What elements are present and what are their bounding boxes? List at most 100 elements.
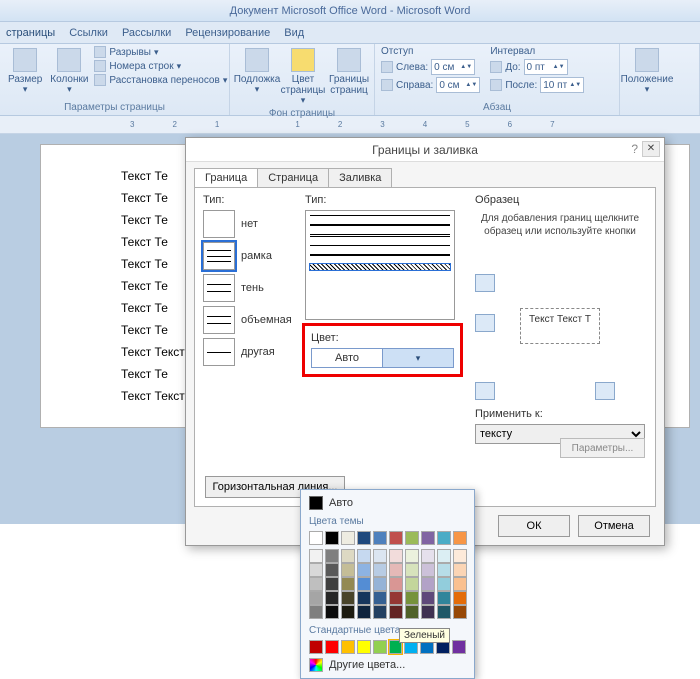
color-swatch[interactable]: [373, 640, 387, 654]
color-swatch[interactable]: [421, 605, 435, 619]
color-swatch[interactable]: [341, 549, 355, 563]
line-style-selected[interactable]: [310, 264, 450, 270]
tab-review[interactable]: Рецензирование: [185, 27, 270, 39]
color-swatch[interactable]: [373, 577, 387, 591]
color-swatch[interactable]: [389, 563, 403, 577]
color-swatch[interactable]: [309, 605, 323, 619]
color-swatch[interactable]: [453, 563, 467, 577]
auto-color-row[interactable]: Авто: [305, 494, 470, 512]
color-swatch[interactable]: [389, 549, 403, 563]
color-swatch[interactable]: [373, 549, 387, 563]
close-icon[interactable]: ✕: [642, 141, 660, 157]
color-swatch[interactable]: [373, 563, 387, 577]
color-swatch[interactable]: [437, 591, 451, 605]
size-button[interactable]: Размер▾: [6, 46, 44, 97]
color-swatch[interactable]: [453, 531, 467, 545]
color-swatch[interactable]: [453, 577, 467, 591]
color-swatch[interactable]: [389, 591, 403, 605]
color-swatch[interactable]: [437, 605, 451, 619]
color-swatch[interactable]: [325, 549, 339, 563]
color-swatch[interactable]: [421, 577, 435, 591]
indent-left-spinner[interactable]: 0 см▲▼: [431, 59, 475, 75]
page-color-button[interactable]: Цвет страницы▾: [282, 46, 324, 108]
dialog-title-bar[interactable]: Границы и заливка ? ✕: [186, 138, 664, 162]
color-swatch[interactable]: [341, 640, 355, 654]
color-swatch[interactable]: [421, 591, 435, 605]
color-swatch[interactable]: [421, 549, 435, 563]
color-swatch[interactable]: [357, 640, 371, 654]
color-swatch[interactable]: [357, 531, 371, 545]
tab-references[interactable]: Ссылки: [69, 27, 108, 39]
tab-view[interactable]: Вид: [284, 27, 304, 39]
color-swatch[interactable]: [373, 531, 387, 545]
color-swatch[interactable]: [453, 605, 467, 619]
setting-shadow[interactable]: тень: [203, 274, 293, 302]
breaks-button[interactable]: Разрывы▾: [94, 46, 227, 58]
edge-right-button[interactable]: [595, 382, 615, 400]
hyphenation-button[interactable]: Расстановка переносов▾: [94, 74, 227, 86]
color-swatch[interactable]: [389, 531, 403, 545]
tab-page-border[interactable]: Страница: [257, 168, 329, 187]
color-swatch[interactable]: [309, 577, 323, 591]
edge-bottom-button[interactable]: [475, 314, 495, 332]
color-swatch[interactable]: [309, 563, 323, 577]
setting-custom[interactable]: другая: [203, 338, 293, 366]
tab-page-layout[interactable]: страницы: [6, 27, 55, 39]
color-swatch[interactable]: [405, 549, 419, 563]
color-swatch[interactable]: [452, 640, 466, 654]
color-dropdown[interactable]: Авто ▾: [311, 348, 454, 368]
color-swatch[interactable]: [341, 577, 355, 591]
spacing-before-spinner[interactable]: 0 пт▲▼: [524, 59, 568, 75]
tab-shading[interactable]: Заливка: [328, 168, 392, 187]
color-swatch[interactable]: [341, 563, 355, 577]
color-swatch[interactable]: [421, 531, 435, 545]
color-swatch[interactable]: [341, 605, 355, 619]
color-swatch[interactable]: [405, 605, 419, 619]
more-colors-row[interactable]: Другие цвета...: [305, 656, 470, 674]
color-swatch[interactable]: [373, 591, 387, 605]
position-button[interactable]: Положение▾: [626, 46, 668, 97]
options-button[interactable]: Параметры...: [560, 438, 645, 458]
ok-button[interactable]: ОК: [498, 515, 570, 537]
line-style-list[interactable]: [305, 210, 455, 320]
color-swatch[interactable]: [341, 531, 355, 545]
color-swatch[interactable]: [405, 591, 419, 605]
chevron-down-icon[interactable]: ▾: [382, 349, 453, 367]
help-icon[interactable]: ?: [631, 142, 638, 156]
color-swatch[interactable]: [437, 531, 451, 545]
color-swatch[interactable]: [389, 577, 403, 591]
color-swatch[interactable]: [357, 605, 371, 619]
color-swatch[interactable]: [405, 531, 419, 545]
color-swatch[interactable]: [357, 577, 371, 591]
color-swatch[interactable]: [309, 531, 323, 545]
setting-none[interactable]: нет: [203, 210, 293, 238]
edge-left-button[interactable]: [475, 382, 495, 400]
spacing-after-spinner[interactable]: 10 пт▲▼: [540, 77, 584, 93]
color-swatch[interactable]: [453, 549, 467, 563]
color-swatch[interactable]: [437, 577, 451, 591]
edge-top-button[interactable]: [475, 274, 495, 292]
color-swatch[interactable]: [309, 549, 323, 563]
line-numbers-button[interactable]: Номера строк▾: [94, 60, 227, 72]
color-swatch[interactable]: [405, 577, 419, 591]
preview-box[interactable]: Текст Текст Т: [520, 308, 600, 344]
color-swatch[interactable]: [325, 591, 339, 605]
color-swatch[interactable]: [437, 549, 451, 563]
color-swatch[interactable]: [373, 605, 387, 619]
color-swatch[interactable]: [325, 605, 339, 619]
color-swatch[interactable]: [357, 563, 371, 577]
color-swatch[interactable]: [421, 563, 435, 577]
cancel-button[interactable]: Отмена: [578, 515, 650, 537]
color-swatch[interactable]: [325, 577, 339, 591]
color-swatch[interactable]: [389, 605, 403, 619]
indent-right-spinner[interactable]: 0 см▲▼: [436, 77, 480, 93]
tab-border[interactable]: Граница: [194, 168, 258, 187]
color-swatch[interactable]: [357, 591, 371, 605]
setting-3d[interactable]: объемная: [203, 306, 293, 334]
watermark-button[interactable]: Подложка▾: [236, 46, 278, 97]
setting-box[interactable]: рамка: [203, 242, 293, 270]
color-swatch[interactable]: [325, 563, 339, 577]
page-borders-button[interactable]: Границы страниц: [328, 46, 370, 98]
color-swatch[interactable]: [405, 563, 419, 577]
color-swatch[interactable]: [437, 563, 451, 577]
